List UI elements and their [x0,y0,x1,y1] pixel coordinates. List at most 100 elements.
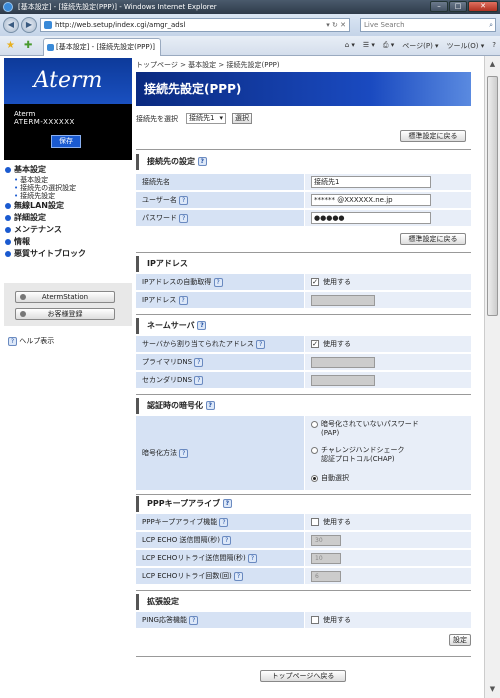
help-link[interactable]: ? ヘルプ表示 [8,336,54,346]
menu-block[interactable]: 悪質サイトブロック [4,248,132,260]
help-question-icon[interactable]: ? [179,213,189,223]
help-question-icon[interactable]: ? [197,157,207,166]
retry-count-label: LCP ECHOリトライ回数(回) ? [136,568,304,584]
section-keepalive: PPPキープアライブ ? [136,496,471,512]
side-links: AtermStation お客様登録 [4,283,132,326]
section-connection-title: 接続先の設定 [147,157,195,166]
username-input[interactable]: ****** @XXXXXX.ne.jp [311,194,431,206]
browser-tab[interactable]: [基本設定] - [接続先設定(PPP)] [43,38,161,56]
password-input[interactable]: ●●●●● [311,212,431,224]
menu-wlan[interactable]: 無線LAN設定 [4,200,132,212]
search-icon[interactable]: ⌕ [489,19,493,31]
feeds-icon[interactable]: ☰ ▾ [363,41,375,51]
address-bar-row: ◀ ▶ http://web.setup/index.cgi/amgr_adsl… [0,14,500,36]
ip-auto-check-label: 使用する [323,278,351,286]
scroll-thumb[interactable] [487,76,498,316]
model-line2: ATERM-XXXXXX [14,118,75,126]
help-question-icon[interactable]: ? [205,401,215,410]
reset-default-button-top[interactable]: 標準設定に戻る [400,130,466,142]
maximize-button[interactable]: □ [449,1,467,12]
apply-button[interactable]: 設定 [449,634,471,646]
ip-auto-checkbox[interactable]: ✓ [311,278,319,286]
auth-pap-radio[interactable] [311,421,318,428]
ip-auto-cell: ✓ 使用する [305,274,471,290]
select-button[interactable]: 選択 [232,113,252,124]
auth-auto-radio[interactable] [311,475,318,482]
sidebar: Aterm Aterm ATERM-XXXXXX 保存 基本設定 基本設定 接続… [4,56,132,698]
help-question-icon[interactable]: ? [194,357,204,367]
conn-name-input[interactable]: 接続先1 [311,176,431,188]
back-to-top-button[interactable]: トップページへ戻る [260,670,346,682]
submenu-select[interactable]: 接続先の選択設定 [4,184,132,192]
model-panel: Aterm ATERM-XXXXXX 保存 [4,104,132,160]
add-favorites-icon[interactable]: ✚ [24,40,32,51]
echo-interval-input: 30 [311,535,341,546]
menu-detail[interactable]: 詳細設定 [4,212,132,224]
help-question-icon[interactable]: ? [219,517,229,527]
print-icon[interactable]: ⎙ ▾ [383,41,394,51]
save-button[interactable]: 保存 [51,135,81,148]
divider [136,314,471,315]
menu-basic[interactable]: 基本設定 [4,164,132,176]
help-question-icon[interactable]: ? [197,321,207,330]
tools-menu[interactable]: ツール(O) ▾ [447,41,485,51]
conn-name-label: 接続先名 [136,174,304,190]
help-question-icon[interactable]: ? [222,499,232,508]
address-input[interactable]: http://web.setup/index.cgi/amgr_adsl ▾ ↻… [40,18,350,32]
keepalive-checkbox[interactable] [311,518,319,526]
section-ip: IPアドレス [136,256,471,272]
help-question-icon[interactable]: ? [234,571,244,581]
back-button[interactable]: ◀ [3,17,19,33]
connection-select[interactable]: 接続先1 [186,113,226,124]
ns-assigned-checkbox[interactable]: ✓ [311,340,319,348]
ns-assigned-cell: ✓ 使用する [305,336,471,352]
help-question-icon[interactable]: ? [178,295,188,305]
favorites-star-icon[interactable]: ★ [6,40,15,51]
help-question-icon: ? [8,336,17,346]
reset-default-button-mid[interactable]: 標準設定に戻る [400,233,466,245]
secondary-dns-cell [305,372,471,388]
ping-checkbox[interactable] [311,616,319,624]
vertical-scrollbar[interactable]: ▲ ▼ [484,56,500,698]
forward-button[interactable]: ▶ [21,17,37,33]
ping-label-text: PING応答機能 [142,616,187,624]
page-menu[interactable]: ページ(P) ▾ [402,41,438,51]
auth-chap-radio[interactable] [311,447,318,454]
divider [136,149,471,150]
section-nameserver-title: ネームサーバ [147,321,195,330]
secondary-dns-input [311,375,375,386]
help-icon[interactable]: ? [492,41,496,51]
help-question-icon[interactable]: ? [248,553,258,563]
retry-count-label-text: LCP ECHOリトライ回数(回) [142,572,232,580]
atermstation-label: AtermStation [41,293,89,301]
row-echo-interval: LCP ECHO 送信間隔(秒) ? 30 [136,532,471,549]
row-password: パスワード ? ●●●●● [136,210,471,227]
section-auth-title: 認証時の暗号化 [147,401,203,410]
search-input[interactable]: Live Search ⌕ [360,18,496,32]
help-question-icon[interactable]: ? [179,195,189,205]
submenu-conn[interactable]: 接続先設定 [4,192,132,200]
divider [136,494,471,495]
section-connection: 接続先の設定 ? [136,154,471,170]
close-button[interactable]: ✕ [468,1,498,12]
help-question-icon[interactable]: ? [189,615,199,625]
help-question-icon[interactable]: ? [179,448,189,458]
help-question-icon[interactable]: ? [194,375,204,385]
primary-dns-input [311,357,375,368]
user-registration-button[interactable]: お客様登録 [15,308,115,320]
primary-dns-label-text: プライマリDNS [142,358,193,366]
address-tools[interactable]: ▾ ↻ ✕ [326,19,346,31]
help-question-icon[interactable]: ? [213,277,223,287]
username-label-text: ユーザー名 [142,196,177,204]
minimize-button[interactable]: – [430,1,448,12]
atermstation-button[interactable]: AtermStation [15,291,115,303]
home-icon[interactable]: ⌂ ▾ [345,41,355,51]
scroll-up-icon[interactable]: ▲ [487,59,498,70]
menu-maint[interactable]: メンテナンス [4,224,132,236]
menu-info[interactable]: 情報 [4,236,132,248]
help-question-icon[interactable]: ? [222,535,232,545]
help-question-icon[interactable]: ? [256,339,266,349]
submenu-basic[interactable]: 基本設定 [4,176,132,184]
window-title: [基本設定] - [接続先設定(PPP)] - Windows Internet… [18,3,217,11]
scroll-down-icon[interactable]: ▼ [487,684,498,695]
